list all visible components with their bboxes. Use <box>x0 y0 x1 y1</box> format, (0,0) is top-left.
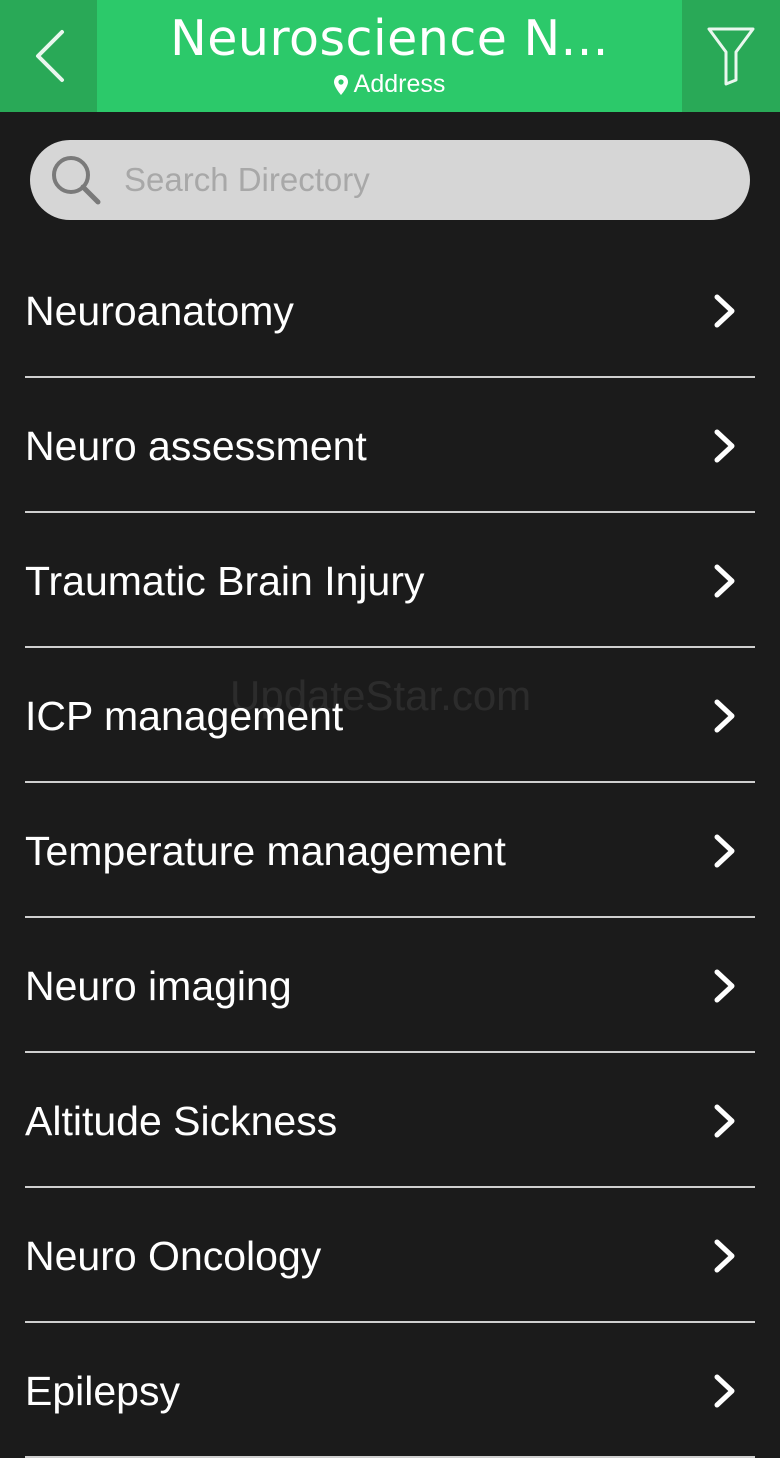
list-item-label: Traumatic Brain Injury <box>25 558 425 604</box>
list-item-altitude-sickness[interactable]: Altitude Sickness <box>25 1053 755 1188</box>
page-title: Neuroscience N... <box>170 10 609 67</box>
address-label: Address <box>353 70 446 98</box>
header-title-block: Neuroscience N... Address <box>97 0 682 112</box>
list-item-neuro-assessment[interactable]: Neuro assessment <box>25 378 755 513</box>
list-item-traumatic-brain-injury[interactable]: Traumatic Brain Injury <box>25 513 755 648</box>
directory-list: Neuroanatomy Neuro assessment Traumatic … <box>0 243 780 1458</box>
chevron-right-icon <box>714 564 735 598</box>
chevron-right-icon <box>714 699 735 733</box>
map-pin-icon <box>333 74 348 95</box>
chevron-right-icon <box>714 1104 735 1138</box>
list-item-label: Neuro Oncology <box>25 1233 322 1279</box>
address-link[interactable]: Address <box>97 70 682 99</box>
list-item-label: Neuro imaging <box>25 963 292 1009</box>
list-item-icp-management[interactable]: ICP management <box>25 648 755 783</box>
chevron-left-icon <box>35 30 64 82</box>
back-button[interactable] <box>0 0 97 112</box>
chevron-right-icon <box>714 1239 735 1273</box>
search-input[interactable] <box>122 160 686 200</box>
list-item-neuro-oncology[interactable]: Neuro Oncology <box>25 1188 755 1323</box>
list-item-neuro-imaging[interactable]: Neuro imaging <box>25 918 755 1053</box>
list-item-label: Neuro assessment <box>25 423 367 469</box>
list-item-temperature-management[interactable]: Temperature management <box>25 783 755 918</box>
chevron-right-icon <box>714 834 735 868</box>
chevron-right-icon <box>714 429 735 463</box>
search-icon <box>52 156 101 205</box>
list-item-label: Temperature management <box>25 828 506 874</box>
list-item-label: ICP management <box>25 693 344 739</box>
filter-button[interactable] <box>682 0 780 112</box>
list-item-label: Neuroanatomy <box>25 288 294 334</box>
filter-icon <box>707 27 755 86</box>
chevron-right-icon <box>714 1374 735 1408</box>
search-bar[interactable] <box>30 140 750 220</box>
list-item-neuroanatomy[interactable]: Neuroanatomy <box>25 243 755 378</box>
chevron-right-icon <box>714 969 735 1003</box>
list-item-label: Altitude Sickness <box>25 1098 338 1144</box>
header-bar: Neuroscience N... Address <box>0 0 780 112</box>
list-item-label: Epilepsy <box>25 1368 180 1414</box>
chevron-right-icon <box>714 294 735 328</box>
list-item-epilepsy[interactable]: Epilepsy <box>25 1323 755 1458</box>
